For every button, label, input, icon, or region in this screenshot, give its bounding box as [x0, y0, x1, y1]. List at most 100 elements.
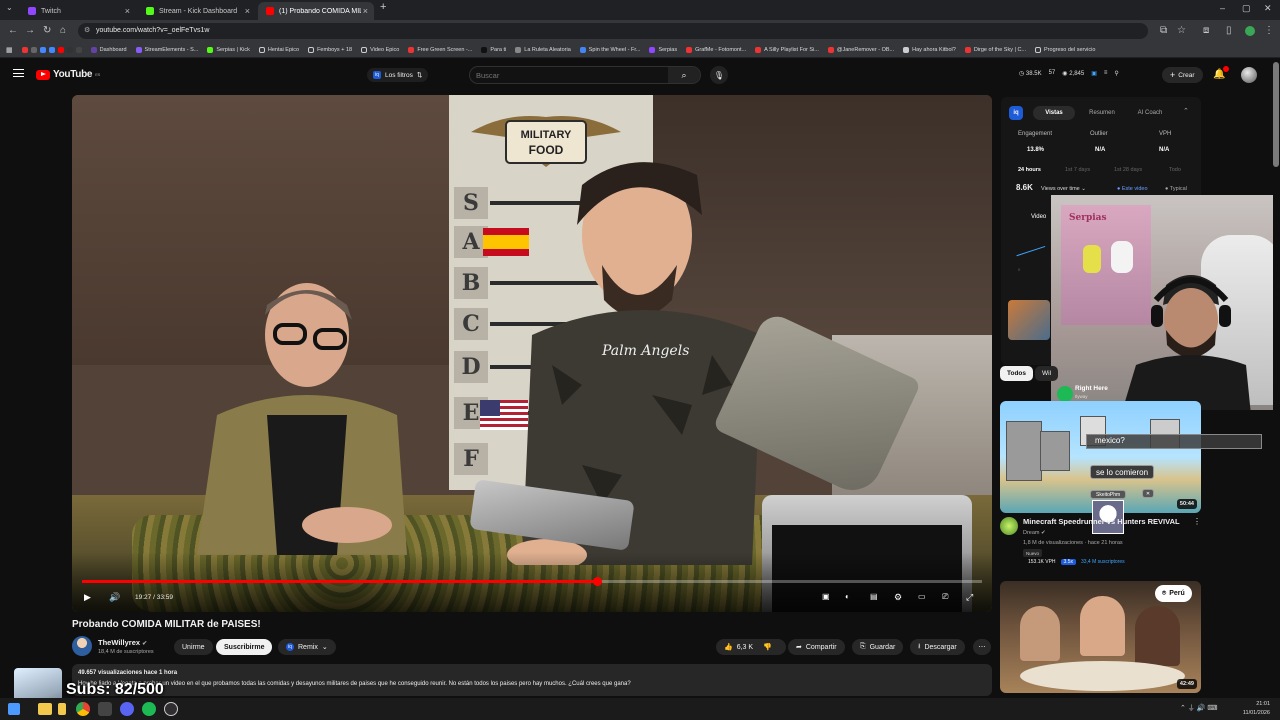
collapse-icon[interactable]: ⌃ [1183, 107, 1189, 115]
app-icon[interactable] [98, 702, 112, 716]
filters-button[interactable]: iq Los filtros ⇅ [367, 68, 429, 82]
bookmark-item[interactable]: La Ruleta Aleatoria [515, 46, 571, 53]
channel-avatar-dream[interactable] [1000, 517, 1018, 535]
tab-twitch[interactable]: Twitch × [20, 2, 136, 20]
new-tab-button[interactable]: + [380, 1, 386, 13]
bookmark-item[interactable]: Femboys + 18 [308, 46, 352, 53]
recommendation-channel[interactable]: Dream ✔ [1023, 530, 1046, 536]
start-icon[interactable] [8, 703, 20, 715]
video-player[interactable]: MILITARY FOOD S A B C D E F Palm Angels [72, 95, 992, 612]
maximize-icon[interactable]: ▢ [1242, 3, 1251, 14]
settings-gear-icon[interactable]: ⚙ [894, 592, 902, 603]
url-bar[interactable]: ⚙ youtube.com/watch?v=_oelFeTvs1w [78, 23, 1148, 39]
iq-ext-icon[interactable]: ▣ [1091, 70, 1097, 77]
close-icon[interactable]: × [363, 6, 368, 16]
bookmark-item[interactable]: Free Green Screen -... [408, 46, 472, 53]
range-7d[interactable]: 1st 7 days [1065, 167, 1090, 173]
search-input[interactable] [476, 69, 666, 82]
chip-willyrex[interactable]: Wil [1035, 366, 1059, 381]
play-icon[interactable]: ▶ [84, 592, 91, 603]
bookmark-item[interactable]: Hay ahora Kitbol? [903, 46, 956, 53]
bookmark-item[interactable]: A Silly Playlist For Si... [755, 46, 819, 53]
bookmark-item[interactable]: Para ti [481, 46, 506, 53]
site-info-icon[interactable]: ⚙ [84, 26, 90, 34]
range-28d[interactable]: 1st 28 days [1114, 167, 1142, 173]
tab-search-icon[interactable]: ⌄ [6, 3, 13, 12]
remix-button[interactable]: iq Remix ⌄ [278, 639, 336, 655]
sidebar-icon[interactable]: ▯ [1226, 25, 1232, 36]
bookmark-item[interactable]: Serpias [649, 46, 677, 53]
thumbs-down-icon[interactable]: 👎 [763, 643, 772, 651]
iq-player-icon[interactable]: ▣ [822, 592, 830, 601]
create-button[interactable]: + Crear [1162, 67, 1203, 83]
reload-icon[interactable]: ↻ [43, 25, 51, 36]
bookmark-item[interactable]: Spin the Wheel - Fr... [579, 46, 640, 53]
chip-todos[interactable]: Todos [1000, 366, 1034, 381]
obs-icon[interactable] [164, 702, 178, 716]
bookmark-item[interactable]: StreamElements - S... [135, 46, 198, 53]
recommendation-title[interactable]: Minecraft Speedrunner vs Hunters REVIVAL [1023, 517, 1195, 526]
description-box[interactable] [72, 664, 992, 696]
chrome-icon[interactable] [76, 702, 90, 716]
apps-icon[interactable]: ▦ [6, 46, 13, 54]
bookmark-item[interactable]: Dashboard [90, 46, 127, 53]
progress-bar[interactable] [82, 577, 982, 586]
bookmark-item[interactable]: @JaneRemover - OB... [827, 46, 894, 53]
range-24h[interactable]: 24 hours [1018, 167, 1041, 173]
tab-ai-coach[interactable]: AI Coach [1129, 106, 1171, 120]
youtube-logo[interactable]: YouTube ES [36, 69, 100, 80]
list-icon[interactable]: ≡ [1104, 70, 1108, 77]
tab-kick[interactable]: Stream - Kick Dashboard × [138, 2, 256, 20]
close-icon[interactable]: × [125, 6, 130, 16]
cast-icon[interactable]: ⎚ [942, 592, 948, 602]
share-button[interactable]: ➦ Compartir [788, 639, 845, 655]
bookmark-star-icon[interactable]: ☆ [1177, 25, 1186, 36]
miniplayer-icon[interactable]: ▭ [918, 592, 926, 601]
tab-resumen[interactable]: Resumen [1081, 106, 1123, 120]
forward-icon[interactable]: → [25, 25, 35, 36]
files-icon[interactable] [58, 703, 66, 715]
menu-hamburger-icon[interactable] [13, 69, 24, 77]
bookmark-item[interactable]: Progreso del servicio [1035, 46, 1095, 53]
tab-youtube[interactable]: (1) Probando COMIDA MILITAR... × [258, 2, 374, 20]
folder-icon[interactable] [38, 703, 52, 715]
minimize-icon[interactable]: – [1220, 3, 1225, 13]
channel-name[interactable]: TheWillyrex ✔ [98, 638, 147, 647]
thumbs-up-icon[interactable]: 👍 [724, 643, 733, 651]
channel-avatar[interactable] [72, 636, 92, 656]
subscribe-button[interactable]: Suscribirme [216, 639, 273, 655]
more-icon[interactable]: ⋮ [1193, 517, 1201, 526]
views-over-time-select[interactable]: Views over time ⌄ [1041, 186, 1086, 192]
page-scrollbar[interactable] [1273, 62, 1279, 167]
progress-scrubber[interactable] [592, 577, 602, 586]
tray-icons[interactable]: ⌃ ⏚ 🔊 ⌨ [1180, 703, 1218, 713]
bookmark-item[interactable]: GrafMe - Fotomont... [686, 46, 746, 53]
like-count[interactable]: 6,3 K [737, 644, 753, 651]
bookmark-icons[interactable] [21, 46, 82, 53]
bookmark-item[interactable]: Serpias | Kick [207, 46, 250, 53]
location-badge[interactable]: ⌾ Perú [1155, 585, 1192, 602]
home-icon[interactable]: ⌂ [60, 25, 66, 36]
more-actions-icon[interactable]: ⋯ [973, 639, 991, 655]
spotify-taskbar-icon[interactable] [142, 702, 156, 716]
search-box[interactable]: ⌕ [469, 66, 701, 84]
install-icon[interactable]: ⧉ [1160, 25, 1167, 36]
voice-search-button[interactable]: 🎙 [710, 66, 728, 84]
search-button[interactable]: ⌕ [668, 67, 700, 83]
mini-thumbnail[interactable] [1008, 300, 1050, 340]
fullscreen-icon[interactable]: ⤢ [966, 592, 973, 603]
range-all[interactable]: Todo [1169, 167, 1181, 173]
pin-icon[interactable]: ⚲ [1114, 70, 1118, 77]
profile-icon[interactable] [1245, 26, 1255, 36]
save-button[interactable]: ⎘ Guardar [852, 639, 904, 655]
join-button[interactable]: Unirme [174, 639, 213, 655]
bookmark-item[interactable]: Hentai Epico [258, 46, 299, 53]
subtitles-icon[interactable]: ▤ [870, 592, 878, 601]
download-button[interactable]: ⭳ Descargar [910, 639, 965, 655]
discord-icon[interactable] [120, 702, 134, 716]
autoplay-toggle[interactable]: ◐ [845, 592, 850, 601]
account-avatar[interactable] [1241, 67, 1257, 83]
extensions-icon[interactable]: ⧈ [1203, 25, 1209, 36]
close-icon[interactable]: × [245, 6, 250, 16]
menu-icon[interactable]: ⋮ [1264, 25, 1274, 36]
